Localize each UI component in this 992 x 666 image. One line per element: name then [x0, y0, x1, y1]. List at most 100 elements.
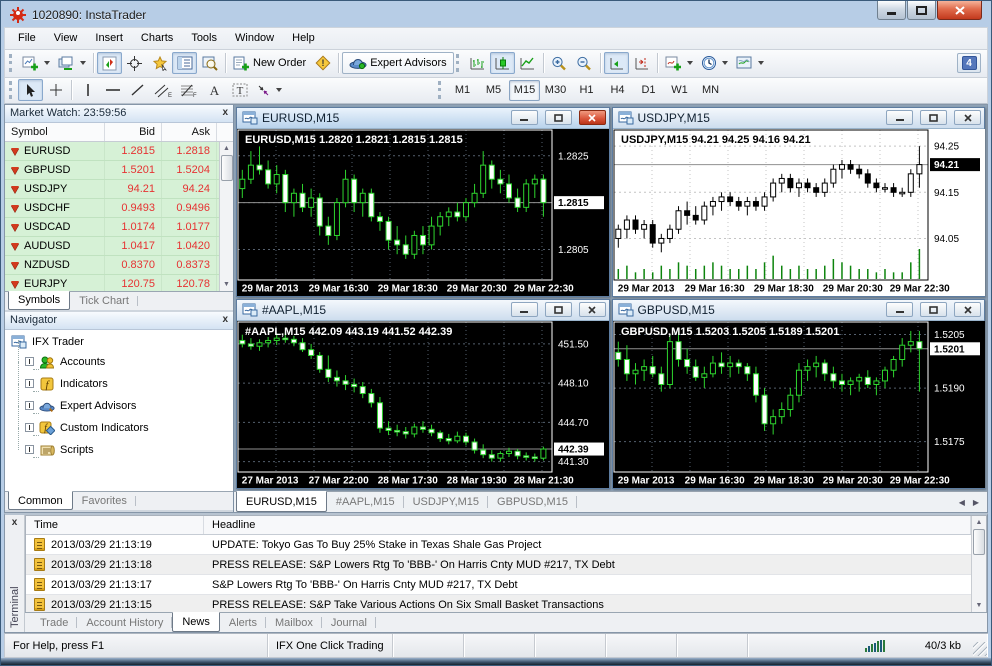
menu-view[interactable]: View [45, 29, 87, 47]
chart-tab-usdjpy-m15[interactable]: USDJPY,M15 [404, 492, 489, 512]
scrollbar-thumb[interactable] [973, 529, 985, 556]
toolbar-grip[interactable] [9, 81, 14, 100]
notifications-badge[interactable]: 4 [957, 53, 981, 74]
minimize-button[interactable] [877, 1, 906, 20]
market-watch-row[interactable]: GBPUSD 1.5201 1.5204 [5, 161, 233, 181]
text-button[interactable]: A [202, 79, 227, 101]
menu-window[interactable]: Window [226, 29, 283, 47]
chart-restore-button[interactable] [920, 110, 947, 126]
navigator-item-indicators[interactable]: f Indicators [11, 361, 233, 395]
expand-plus-icon[interactable] [25, 379, 39, 393]
cursor-button[interactable] [18, 79, 43, 102]
timeframe-m15[interactable]: M15 [509, 79, 540, 101]
chart-window-gbpusd-m15[interactable]: GBPUSD,M15 1.5205 1.5190 1.5175 1.5201 GBPUSD… [611, 298, 985, 490]
chart-restore-button[interactable] [920, 302, 947, 318]
chart-canvas[interactable]: 1.28251.28151.28051.2815EURUSD,M15 1.282… [237, 128, 609, 296]
toolbar-grip[interactable] [438, 81, 443, 100]
navigator-item-expert-advisors[interactable]: Expert Advisors [11, 383, 233, 417]
tab-scroll-right-icon[interactable]: ▶ [973, 498, 979, 507]
market-watch-toggle-button[interactable] [172, 52, 197, 75]
periods-button[interactable] [697, 52, 732, 74]
toolbar-grip[interactable] [455, 54, 461, 73]
news-row[interactable]: 2013/03/29 21:13:17 S&P Lowers Rtg To 'BB… [26, 575, 971, 596]
candlestick-chart-type-button[interactable] [489, 52, 515, 75]
timeframe-m1[interactable]: M1 [447, 80, 478, 101]
chart-tab-gbpusd-m15[interactable]: GBPUSD,M15 [488, 492, 577, 512]
scroll-down-icon[interactable]: ▼ [973, 599, 985, 612]
menu-file[interactable]: File [9, 29, 45, 47]
chart-minimize-button[interactable] [510, 302, 538, 318]
new-order-button[interactable]: New Order [229, 52, 310, 74]
chart-canvas[interactable]: 451.50 448.10 444.70 441.30 442.39 #AAPL,M15 … [237, 320, 609, 488]
chart-tab-eurusd-m15[interactable]: EURUSD,M15 [236, 491, 327, 513]
chart-tab-#aapl-m15[interactable]: #AAPL,M15 [327, 492, 404, 512]
timeframe-w1[interactable]: W1 [664, 80, 695, 101]
templates-button[interactable] [732, 52, 768, 74]
market-watch-row[interactable]: AUDUSD 1.0417 1.0420 [5, 237, 233, 257]
market-watch-row[interactable]: USDCHF 0.9493 0.9496 [5, 199, 233, 219]
chart-canvas[interactable]: 94.25 94.15 94.05 94.21 USDJPY,M15 94.21 94.… [612, 128, 985, 296]
market-watch-row[interactable]: EURUSD 1.2815 1.2818 [5, 142, 233, 162]
market-watch-row[interactable]: EURJPY 120.75 120.78 [5, 275, 233, 291]
chart-minimize-button[interactable] [886, 302, 913, 318]
terminal-tab-account-history[interactable]: Account History [77, 613, 173, 632]
timeframe-h4[interactable]: H4 [602, 80, 633, 101]
indicators-button[interactable] [661, 52, 697, 74]
chart-window-titlebar[interactable]: GBPUSD,M15 [612, 299, 984, 321]
timeframe-m5[interactable]: M5 [478, 80, 509, 101]
crosshair-button[interactable] [122, 52, 147, 74]
menu-insert[interactable]: Insert [86, 29, 132, 47]
chart-window-titlebar[interactable]: #AAPL,M15 [237, 299, 609, 321]
chart-window-titlebar[interactable]: USDJPY,M15 [612, 107, 984, 129]
chart-shift-button[interactable] [629, 52, 654, 74]
auto-scroll-button[interactable] [603, 52, 629, 75]
timeframe-h1[interactable]: H1 [571, 80, 602, 101]
navigator-close-icon[interactable]: x [222, 315, 228, 325]
text-label-button[interactable]: T [227, 79, 252, 101]
toolbar-grip[interactable] [9, 54, 14, 73]
terminal-tab-news[interactable]: News [172, 612, 220, 633]
market-watch-row[interactable]: USDJPY 94.21 94.24 [5, 180, 233, 200]
market-watch-row[interactable]: USDCAD 1.0174 1.0177 [5, 218, 233, 238]
navigator-item-accounts[interactable]: Accounts [11, 339, 233, 373]
expand-plus-icon[interactable] [25, 357, 39, 371]
new-chart-button[interactable] [18, 52, 54, 74]
terminal-close-icon[interactable]: x [12, 517, 18, 531]
market-watch-close-icon[interactable]: x [222, 108, 228, 118]
navigator-item-custom-indicators[interactable]: f Custom Indicators [11, 405, 233, 439]
scroll-up-icon[interactable]: ▲ [973, 516, 985, 529]
market-watch-row[interactable]: NZDUSD 0.8370 0.8373 [5, 256, 233, 276]
profiles-button[interactable] [54, 52, 90, 74]
chart-window-titlebar[interactable]: EURUSD,M15 [237, 107, 609, 129]
navigator-item-scripts[interactable]: Scripts [11, 427, 233, 461]
one-click-trading-status[interactable]: IFX One Click Trading [268, 634, 393, 657]
terminal-tab-alerts[interactable]: Alerts [220, 613, 267, 632]
data-window-button[interactable] [197, 52, 222, 74]
chart-window--aapl-m15[interactable]: #AAPL,M15 451.50 448.10 444.70 441.30 442.39 #… [236, 298, 610, 490]
tab-favorites[interactable]: Favorites [73, 492, 137, 510]
expert-advisors-button[interactable]: Expert Advisors [342, 52, 454, 75]
horizontal-line-button[interactable] [100, 79, 125, 101]
arrows-shapes-button[interactable] [252, 79, 286, 101]
expand-plus-icon[interactable] [25, 445, 39, 459]
timeframe-mn[interactable]: MN [695, 80, 726, 101]
scrollbar-thumb[interactable] [220, 155, 233, 182]
column-header-time[interactable]: Time [26, 516, 204, 535]
menu-help[interactable]: Help [283, 29, 324, 47]
equidistant-channel-button[interactable]: E [150, 79, 176, 101]
line-chart-type-button[interactable] [515, 52, 540, 74]
chart-canvas[interactable]: 1.5205 1.5190 1.5175 1.5201 GBPUSD,M15 1.520… [612, 320, 985, 488]
chart-close-button[interactable] [578, 110, 606, 126]
menu-tools[interactable]: Tools [182, 29, 226, 47]
vertical-line-button[interactable] [75, 79, 100, 101]
resize-grip[interactable] [973, 642, 987, 656]
zoom-out-button[interactable] [572, 52, 597, 74]
chart-restore-button[interactable] [544, 110, 572, 126]
terminal-tab-trade[interactable]: Trade [31, 613, 78, 632]
one-click-trading-button[interactable]: ! [310, 52, 335, 74]
crosshair-tool-button[interactable] [43, 79, 68, 101]
navigator-root[interactable]: IFX Trader [11, 333, 233, 351]
news-row[interactable]: 2013/03/29 21:13:15 PRESS RELEASE: S&P Ta… [26, 595, 971, 613]
terminal-scrollbar[interactable]: ▲ ▼ [971, 516, 986, 613]
fibonacci-button[interactable]: F [176, 79, 202, 101]
